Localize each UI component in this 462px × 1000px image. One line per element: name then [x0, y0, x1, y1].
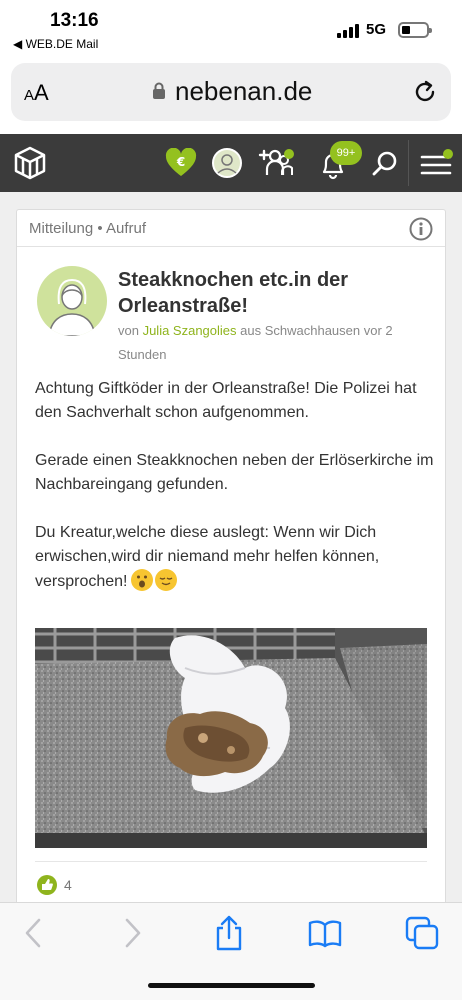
share-icon[interactable] — [211, 915, 247, 951]
post-photo[interactable] — [35, 628, 427, 848]
signal-icon — [337, 24, 359, 38]
post-category: Mitteilung • Aufruf — [29, 220, 146, 237]
tabs-icon[interactable] — [404, 915, 440, 951]
author-avatar[interactable] — [37, 266, 107, 336]
lock-icon — [153, 82, 165, 99]
status-bar: 13:16 ◀ WEB.DE Mail 5G — [0, 0, 462, 56]
address-bar[interactable]: AA nebenan.de — [11, 63, 451, 121]
svg-text:€: € — [176, 155, 185, 169]
header-separator — [408, 140, 409, 186]
menu-dot — [443, 149, 453, 159]
post-paragraph: Gerade einen Steakknochen neben der Erlö… — [35, 452, 434, 493]
battery-icon — [398, 22, 432, 38]
home-indicator — [148, 983, 315, 988]
post-card: Mitteilung • Aufruf Steakknochen etc.in … — [16, 209, 446, 909]
bookmarks-icon[interactable] — [307, 915, 343, 951]
info-icon[interactable] — [409, 217, 433, 241]
clock: 13:16 — [50, 10, 99, 31]
post-paragraph: Achtung Giftköder in der Orleanstraße! D… — [35, 380, 417, 421]
shocked-emoji-icon — [130, 569, 153, 591]
author-link[interactable]: Julia Szangolies — [143, 323, 237, 338]
search-icon[interactable] — [371, 150, 399, 178]
logo-icon[interactable] — [12, 145, 48, 181]
like-count: 4 — [64, 877, 72, 893]
new-dot — [284, 149, 294, 159]
notification-badge: 99+ — [330, 141, 362, 165]
post-title[interactable]: Steakknochen etc.in der Orleanstraße! — [118, 267, 428, 319]
relieved-emoji-icon — [154, 569, 177, 591]
forward-arrow-icon[interactable] — [114, 915, 150, 951]
avatar-placeholder-icon — [48, 278, 96, 336]
back-arrow-icon[interactable] — [16, 915, 52, 951]
text-size-button[interactable]: AA — [24, 80, 49, 106]
post-category-bar: Mitteilung • Aufruf — [17, 210, 445, 247]
euro-heart-icon[interactable]: € — [165, 148, 197, 178]
post-body: Achtung Giftköder in der Orleanstraße! D… — [35, 377, 435, 594]
back-to-app-link[interactable]: ◀ WEB.DE Mail — [13, 37, 98, 51]
network-label: 5G — [366, 21, 387, 38]
post-divider — [35, 861, 427, 862]
post-paragraph: Du Kreatur,welche diese auslegt: Wenn wi… — [35, 524, 380, 590]
profile-avatar-icon[interactable] — [212, 148, 242, 178]
post-byline: von Julia Szangolies aus Schwachhausen v… — [118, 323, 393, 362]
thumbs-up-icon[interactable] — [37, 875, 57, 895]
url-text[interactable]: nebenan.de — [175, 76, 312, 107]
reload-icon[interactable] — [412, 79, 438, 105]
